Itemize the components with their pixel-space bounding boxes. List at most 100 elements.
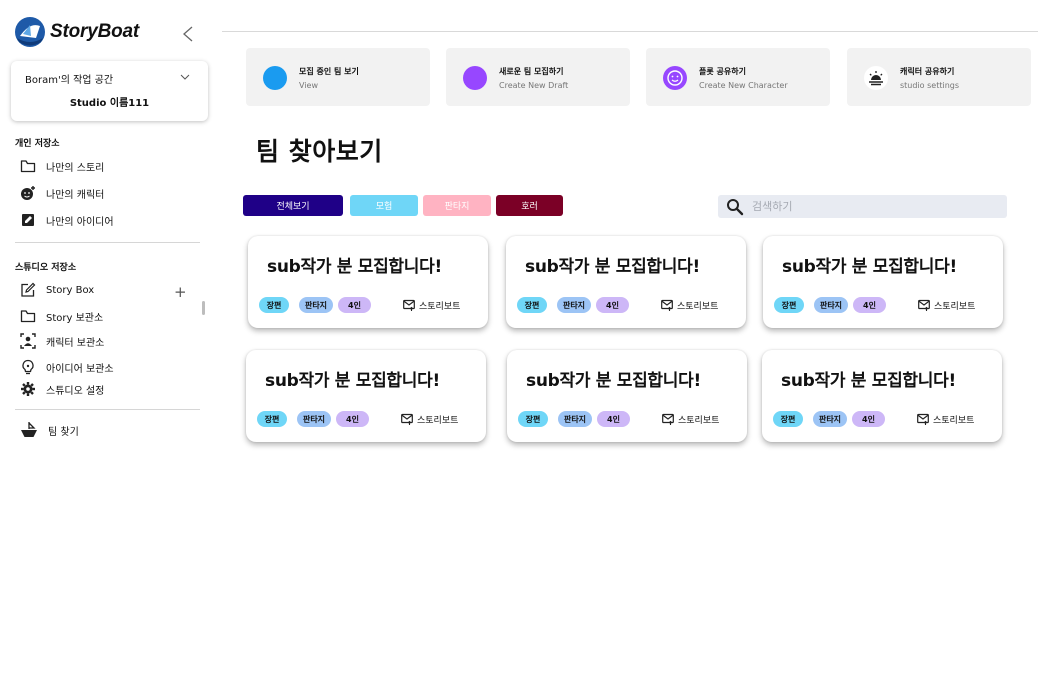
sidebar-item-idea-archive[interactable]: 아이디어 보관소 (20, 358, 114, 376)
team-card[interactable]: sub작가 분 모집합니다! 장편 판타지 4인 스토리보트 (762, 350, 1002, 442)
team-card[interactable]: sub작가 분 모집합니다! 장편 판타지 4인 스토리보트 (506, 236, 746, 328)
storyboat-logo-icon (15, 17, 45, 47)
sidebar-scrollbar[interactable] (202, 301, 205, 315)
search-bar (718, 195, 1007, 218)
search-input[interactable] (752, 197, 992, 216)
team-card-tag: 판타지 (814, 297, 848, 313)
team-card-tag: 4인 (853, 297, 886, 313)
page-title: 팀 찾아보기 (256, 137, 383, 166)
sidebar-item-label: 나만의 캐릭터 (46, 189, 105, 201)
sidebar-item-label: Story 보관소 (46, 312, 104, 324)
face-plus-icon (20, 185, 36, 201)
quick-action-title: 새로운 팀 모집하기 (499, 67, 564, 76)
add-story-box-button[interactable]: + (174, 283, 187, 301)
team-card-title: sub작가 분 모집합니다! (526, 371, 701, 391)
team-card-tag: 판타지 (813, 411, 847, 427)
studio-storage-title: 스튜디오 저장소 (15, 263, 77, 273)
sunset-icon (864, 66, 888, 90)
team-card-tag: 장편 (259, 297, 289, 313)
lightbulb-icon (20, 359, 36, 375)
sidebar-item-label: 나만의 아이디어 (46, 216, 114, 228)
sidebar-item-studio-settings[interactable]: 스튜디오 설정 (20, 380, 104, 398)
quick-action-share-plot[interactable]: 플롯 공유하기 Create New Character (646, 48, 830, 106)
quick-action-recruit-team[interactable]: 새로운 팀 모집하기 Create New Draft (446, 48, 630, 106)
folder-icon (20, 158, 36, 174)
sidebar-item-label: 스튜디오 설정 (46, 385, 105, 397)
mail-send-icon[interactable] (401, 413, 413, 425)
team-card-tag: 판타지 (297, 411, 331, 427)
team-card-tag: 장편 (517, 297, 547, 313)
logo[interactable]: StoryBoat (14, 16, 139, 48)
sidebar-item-label: 캐릭터 보관소 (46, 337, 105, 349)
edit-icon (20, 282, 36, 298)
note-edit-icon (20, 212, 36, 228)
mail-send-icon[interactable] (661, 299, 673, 311)
workspace-name: Boram'의 작업 공간 (25, 75, 114, 86)
filter-all-button[interactable]: 전체보기 (243, 195, 343, 216)
person-frame-icon (20, 333, 36, 349)
logo-text: StoryBoat (50, 21, 139, 42)
quick-action-view-teams[interactable]: 모집 중인 팀 보기 View (246, 48, 430, 106)
quick-action-subtitle: Create New Draft (499, 81, 569, 90)
boat-icon (20, 421, 38, 439)
filter-fantasy-button[interactable]: 판타지 (423, 195, 491, 216)
sidebar: StoryBoat Boram'의 작업 공간 Studio 이름111 개인 … (0, 0, 212, 695)
search-icon[interactable] (726, 198, 744, 216)
folder-icon (20, 308, 36, 324)
sidebar-item-label: Story Box (46, 284, 95, 296)
sidebar-item-my-stories[interactable]: 나만의 스토리 (20, 157, 104, 175)
quick-action-subtitle: Create New Character (699, 81, 788, 90)
quick-action-subtitle: studio settings (900, 81, 960, 90)
header-divider (222, 31, 1038, 32)
sidebar-divider (15, 242, 200, 243)
mail-send-icon[interactable] (403, 299, 415, 311)
team-card-brand: 스토리보트 (933, 416, 975, 426)
personal-storage-title: 개인 저장소 (15, 139, 60, 149)
team-card[interactable]: sub작가 분 모집합니다! 장편 판타지 4인 스토리보트 (246, 350, 486, 442)
collapse-sidebar-icon[interactable] (180, 24, 196, 44)
sidebar-item-label: 나만의 스토리 (46, 162, 105, 174)
team-card-tag: 장편 (257, 411, 287, 427)
team-card-title: sub작가 분 모집합니다! (267, 257, 442, 277)
mail-send-icon[interactable] (918, 299, 930, 311)
team-card-title: sub작가 분 모집합니다! (525, 257, 700, 277)
team-card-title: sub작가 분 모집합니다! (781, 371, 956, 391)
sidebar-item-label: 팀 찾기 (48, 426, 79, 438)
purple-circle-icon (463, 66, 487, 90)
filter-adventure-button[interactable]: 모험 (350, 195, 418, 216)
team-card-brand: 스토리보트 (417, 416, 459, 426)
mail-send-icon[interactable] (662, 413, 674, 425)
sidebar-divider (15, 409, 200, 410)
sidebar-item-find-team[interactable]: 팀 찾기 (20, 421, 79, 439)
sidebar-item-character-archive[interactable]: 캐릭터 보관소 (20, 332, 104, 350)
team-card[interactable]: sub작가 분 모집합니다! 장편 판타지 4인 스토리보트 (248, 236, 488, 328)
chevron-down-icon (180, 74, 190, 80)
sidebar-item-story-box[interactable]: Story Box (20, 281, 94, 299)
quick-action-title: 캐릭터 공유하기 (900, 67, 955, 76)
sidebar-item-my-ideas[interactable]: 나만의 아이디어 (20, 211, 114, 229)
filter-horror-button[interactable]: 호러 (496, 195, 563, 216)
team-card-tag: 판타지 (299, 297, 333, 313)
sidebar-item-my-characters[interactable]: 나만의 캐릭터 (20, 184, 104, 202)
blue-circle-icon (263, 66, 287, 90)
team-card-tag: 4인 (852, 411, 885, 427)
mail-send-icon[interactable] (917, 413, 929, 425)
team-card-title: sub작가 분 모집합니다! (782, 257, 957, 277)
studio-name: Studio 이름111 (69, 98, 150, 109)
workspace-switcher[interactable]: Boram'의 작업 공간 Studio 이름111 (11, 61, 208, 121)
team-card-tag: 판타지 (558, 411, 592, 427)
gear-icon (20, 381, 36, 397)
team-card-tag: 4인 (336, 411, 369, 427)
team-card-tag: 장편 (774, 297, 804, 313)
team-card-brand: 스토리보트 (678, 416, 720, 426)
team-card[interactable]: sub작가 분 모집합니다! 장편 판타지 4인 스토리보트 (763, 236, 1003, 328)
team-card-tag: 판타지 (557, 297, 591, 313)
smiley-icon (663, 66, 687, 90)
team-card-brand: 스토리보트 (419, 302, 461, 312)
sidebar-item-label: 아이디어 보관소 (46, 363, 114, 375)
sidebar-item-story-archive[interactable]: Story 보관소 (20, 307, 103, 325)
team-card-tag: 장편 (518, 411, 548, 427)
quick-action-title: 플롯 공유하기 (699, 67, 746, 76)
team-card[interactable]: sub작가 분 모집합니다! 장편 판타지 4인 스토리보트 (507, 350, 747, 442)
quick-action-share-character[interactable]: 캐릭터 공유하기 studio settings (847, 48, 1031, 106)
